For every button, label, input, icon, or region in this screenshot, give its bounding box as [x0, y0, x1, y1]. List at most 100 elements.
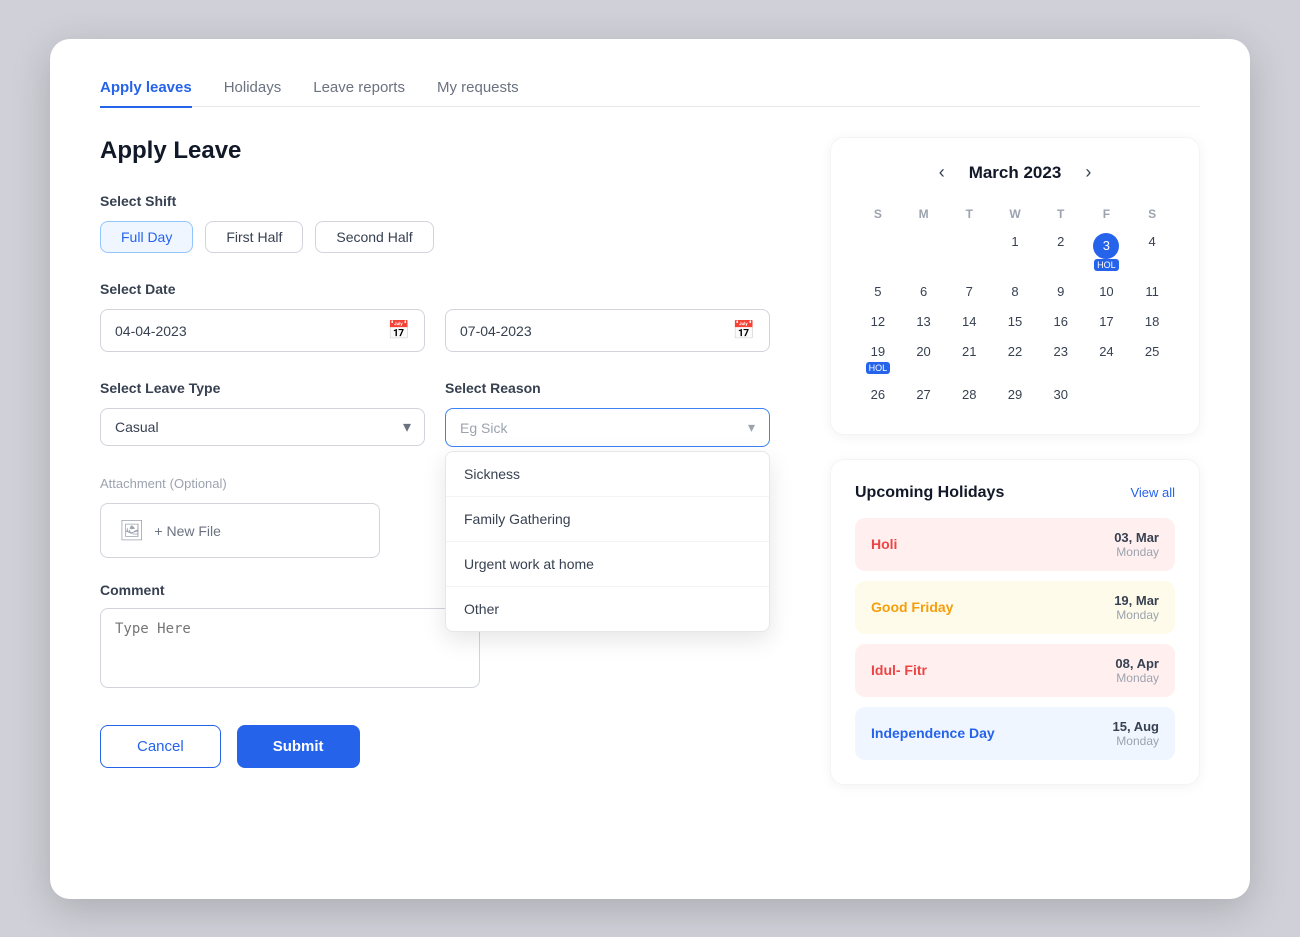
cal-cell-3[interactable]: 3 HOL: [1084, 227, 1130, 277]
tab-leave-reports[interactable]: Leave reports: [313, 79, 405, 108]
holiday-item-independence-day: Independence Day 15, Aug Monday: [855, 707, 1175, 760]
cal-cell-22[interactable]: 22: [992, 337, 1038, 379]
end-date-field[interactable]: 07-04-2023 📅: [445, 309, 770, 352]
holiday-item-holi: Holi 03, Mar Monday: [855, 518, 1175, 571]
end-date-calendar-icon: 📅: [733, 320, 755, 341]
tab-holidays[interactable]: Holidays: [224, 79, 282, 108]
comment-input[interactable]: [100, 608, 480, 688]
cal-cell-11[interactable]: 11: [1129, 277, 1175, 307]
cal-cell-15[interactable]: 15: [992, 307, 1038, 337]
holiday-date-good-friday: 19, Mar Monday: [1114, 593, 1159, 622]
calendar-next-button[interactable]: ›: [1085, 162, 1091, 183]
shift-group: Full Day First Half Second Half: [100, 221, 770, 253]
cal-header-sun: S: [855, 201, 901, 227]
cal-cell-6[interactable]: 6: [901, 277, 947, 307]
cal-header-fri: F: [1084, 201, 1130, 227]
shift-full-day[interactable]: Full Day: [100, 221, 193, 253]
calendar-header: ‹ March 2023 ›: [855, 162, 1175, 183]
tab-my-requests[interactable]: My requests: [437, 79, 519, 108]
main-layout: Apply Leave Select Shift Full Day First …: [100, 137, 1200, 785]
view-all-link[interactable]: View all: [1130, 485, 1175, 500]
cal-cell-27[interactable]: 27: [901, 380, 947, 410]
cal-cell-empty-4: [1084, 380, 1130, 410]
calendar-grid: S M T W T F S 1 2 3 HOL: [855, 201, 1175, 410]
cal-cell-25[interactable]: 25: [1129, 337, 1175, 379]
cal-cell-14[interactable]: 14: [946, 307, 992, 337]
leave-type-select[interactable]: Casual Sick Annual: [100, 408, 425, 446]
shift-first-half[interactable]: First Half: [205, 221, 303, 253]
holiday-date-holi: 03, Mar Monday: [1114, 530, 1159, 559]
hol-badge-3: HOL: [1094, 259, 1119, 271]
end-date-value: 07-04-2023: [460, 323, 532, 339]
cal-cell-13[interactable]: 13: [901, 307, 947, 337]
right-panel: ‹ March 2023 › S M T W T F S: [830, 137, 1200, 785]
reason-option-other[interactable]: Other: [446, 587, 769, 631]
cal-cell-30[interactable]: 30: [1038, 380, 1084, 410]
cal-header-mon: M: [901, 201, 947, 227]
cal-cell-2[interactable]: 2: [1038, 227, 1084, 277]
cal-cell-17[interactable]: 17: [1084, 307, 1130, 337]
cal-cell-12[interactable]: 12: [855, 307, 901, 337]
cal-header-tue: T: [946, 201, 992, 227]
holiday-name-independence-day: Independence Day: [871, 725, 995, 741]
reason-option-family[interactable]: Family Gathering: [446, 497, 769, 542]
cal-cell-9[interactable]: 9: [1038, 277, 1084, 307]
calendar-prev-button[interactable]: ‹: [939, 162, 945, 183]
date-label: Select Date: [100, 281, 770, 297]
cal-cell-7[interactable]: 7: [946, 277, 992, 307]
cal-cell-18[interactable]: 18: [1129, 307, 1175, 337]
cal-cell-8[interactable]: 8: [992, 277, 1038, 307]
holiday-item-idul-fitr: Idul- Fitr 08, Apr Monday: [855, 644, 1175, 697]
cal-cell-29[interactable]: 29: [992, 380, 1038, 410]
reason-option-urgent[interactable]: Urgent work at home: [446, 542, 769, 587]
reason-dropdown: Sickness Family Gathering Urgent work at…: [445, 451, 770, 632]
cancel-button[interactable]: Cancel: [100, 725, 221, 768]
holiday-date-idul-fitr: 08, Apr Monday: [1115, 656, 1159, 685]
holiday-name-idul-fitr: Idul- Fitr: [871, 662, 927, 678]
reason-input-box[interactable]: Eg Sick ▾: [445, 408, 770, 447]
reason-group: Select Reason Eg Sick ▾ Sickness Family …: [445, 380, 770, 447]
holidays-card: Upcoming Holidays View all Holi 03, Mar …: [830, 459, 1200, 785]
cal-cell-23[interactable]: 23: [1038, 337, 1084, 379]
shift-section: Select Shift Full Day First Half Second …: [100, 193, 770, 253]
attachment-optional: (Optional): [170, 476, 227, 491]
cal-cell-21[interactable]: 21: [946, 337, 992, 379]
holiday-item-good-friday: Good Friday 19, Mar Monday: [855, 581, 1175, 634]
holidays-header: Upcoming Holidays View all: [855, 484, 1175, 502]
start-date-field[interactable]: 04-04-2023 📅: [100, 309, 425, 352]
holiday-name-holi: Holi: [871, 536, 897, 552]
cal-cell-4[interactable]: 4: [1129, 227, 1175, 277]
cal-cell-empty-5: [1129, 380, 1175, 410]
cal-cell-5[interactable]: 5: [855, 277, 901, 307]
calendar-card: ‹ March 2023 › S M T W T F S: [830, 137, 1200, 435]
cal-cell-10[interactable]: 10: [1084, 277, 1130, 307]
cal-cell-16[interactable]: 16: [1038, 307, 1084, 337]
cal-header-thu: T: [1038, 201, 1084, 227]
attachment-box[interactable]: 🖼 + New File: [100, 503, 380, 558]
cal-cell-28[interactable]: 28: [946, 380, 992, 410]
cal-cell-24[interactable]: 24: [1084, 337, 1130, 379]
holiday-name-good-friday: Good Friday: [871, 599, 953, 615]
hol-badge-19: HOL: [866, 362, 891, 374]
cal-cell-20[interactable]: 20: [901, 337, 947, 379]
leave-type-wrapper: Casual Sick Annual ▾: [100, 408, 425, 446]
cal-cell-empty-2: [901, 227, 947, 277]
leave-type-group: Select Leave Type Casual Sick Annual ▾: [100, 380, 425, 446]
reason-option-sickness[interactable]: Sickness: [446, 452, 769, 497]
cal-cell-19[interactable]: 19 HOL: [855, 337, 901, 379]
submit-button[interactable]: Submit: [237, 725, 360, 768]
date-row: 04-04-2023 📅 07-04-2023 📅: [100, 309, 770, 352]
page-title: Apply Leave: [100, 137, 770, 165]
cal-cell-1[interactable]: 1: [992, 227, 1038, 277]
reason-placeholder: Eg Sick: [460, 420, 507, 436]
shift-label: Select Shift: [100, 193, 770, 209]
cal-header-sat: S: [1129, 201, 1175, 227]
cal-cell-26[interactable]: 26: [855, 380, 901, 410]
tab-apply-leaves[interactable]: Apply leaves: [100, 79, 192, 108]
button-row: Cancel Submit: [100, 725, 770, 768]
start-date-calendar-icon: 📅: [388, 320, 410, 341]
left-panel: Apply Leave Select Shift Full Day First …: [100, 137, 770, 785]
reason-label: Select Reason: [445, 380, 770, 396]
shift-second-half[interactable]: Second Half: [315, 221, 433, 253]
cal-header-wed: W: [992, 201, 1038, 227]
